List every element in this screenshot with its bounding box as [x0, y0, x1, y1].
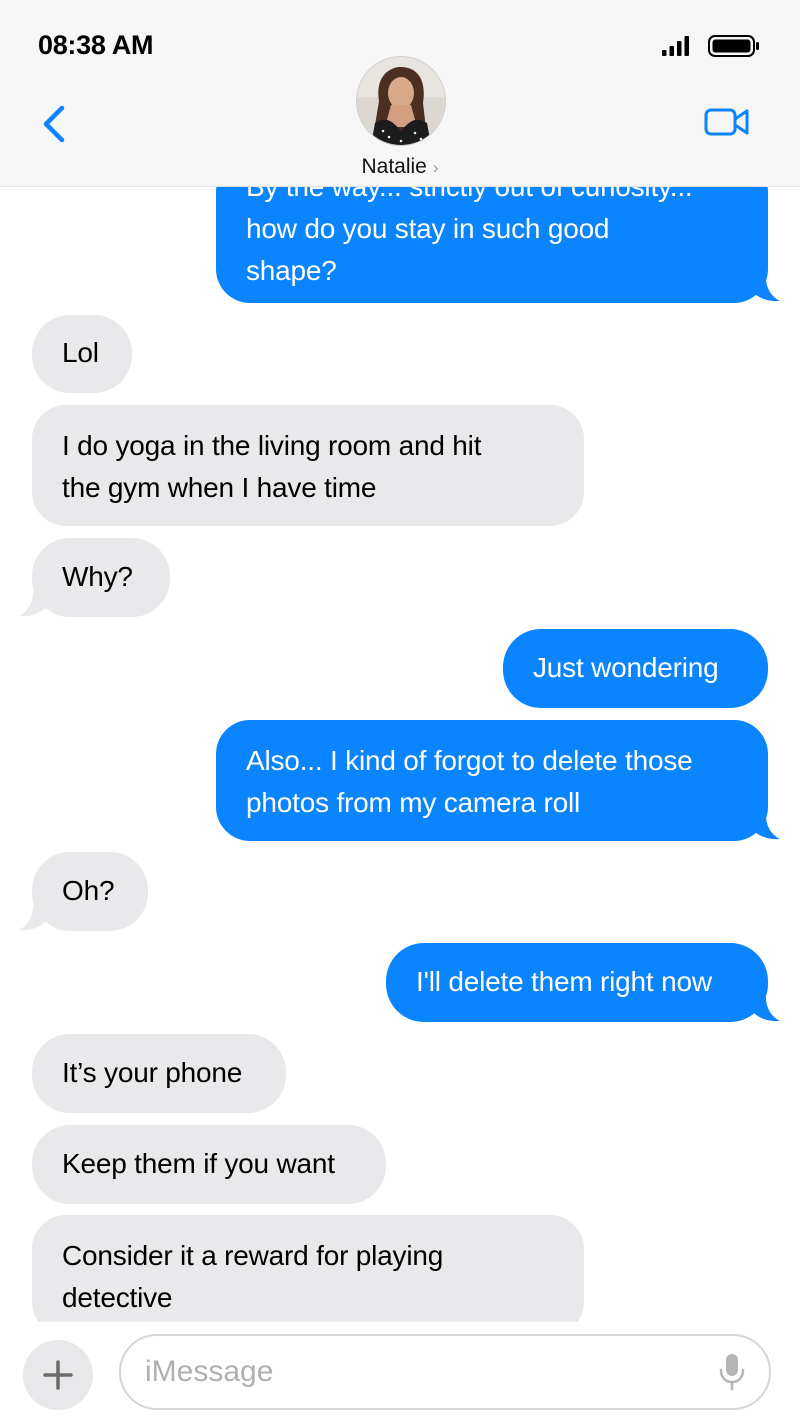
bubble-tail: [752, 997, 780, 1022]
message-bubble-incoming[interactable]: Keep them if you want: [32, 1125, 386, 1204]
message-bubble-outgoing[interactable]: Also... I kind of forgot to delete those…: [216, 720, 768, 841]
message-composer: [0, 1322, 800, 1422]
conversation-header: 08:38 AM Natalie ›: [0, 0, 800, 187]
message-bubble-incoming[interactable]: It’s your phone: [32, 1034, 286, 1113]
message-line: the gym when I have time: [62, 472, 377, 503]
message-line: Oh?: [62, 875, 115, 906]
plus-icon: [43, 1360, 73, 1390]
message-line: Consider it a reward for playing: [62, 1240, 444, 1271]
message-line: Lol: [62, 337, 99, 368]
imessage-field[interactable]: [119, 1334, 771, 1410]
message-bubble-outgoing[interactable]: Just wondering: [503, 629, 768, 708]
imessage-input[interactable]: [145, 1350, 685, 1394]
avatar-photo: [357, 57, 445, 145]
message-line: Why?: [62, 561, 133, 592]
message-line: I'll delete them right now: [416, 966, 712, 997]
bubble-tail: [752, 277, 780, 302]
message-bubble-incoming[interactable]: Oh?: [32, 852, 148, 931]
cellular-signal-icon: [662, 36, 689, 56]
message-bubble-incoming[interactable]: I do yoga in the living room and hit the…: [32, 405, 584, 526]
message-line: photos from my camera roll: [246, 787, 581, 818]
bubble-tail: [19, 592, 47, 617]
contact-name-button[interactable]: Natalie ›: [0, 155, 800, 179]
back-chevron-icon[interactable]: [38, 102, 74, 146]
message-line: shape?: [246, 255, 337, 286]
message-line: Just wondering: [533, 652, 719, 683]
message-line: Also... I kind of forgot to delete those: [246, 745, 693, 776]
message-line: It’s your phone: [62, 1057, 243, 1088]
contact-avatar[interactable]: [356, 56, 446, 146]
message-line: how do you stay in such good: [246, 213, 610, 244]
message-bubble-incoming[interactable]: Consider it a reward for playing detecti…: [32, 1215, 584, 1336]
battery-icon: [708, 35, 759, 57]
message-line: Keep them if you want: [62, 1148, 335, 1179]
contact-name: Natalie: [361, 155, 427, 178]
bubble-tail: [19, 906, 47, 931]
video-camera-icon[interactable]: [704, 106, 750, 138]
apps-plus-button[interactable]: [23, 1340, 93, 1410]
message-bubble-incoming[interactable]: Why?: [32, 538, 170, 617]
message-line: detective: [62, 1282, 173, 1313]
chevron-right-icon: ›: [432, 158, 439, 177]
message-bubble-outgoing[interactable]: I'll delete them right now: [386, 943, 768, 1022]
message-line: I do yoga in the living room and hit: [62, 430, 482, 461]
bubble-tail: [752, 815, 780, 840]
microphone-icon[interactable]: [717, 1352, 747, 1392]
status-time: 08:38 AM: [38, 30, 154, 60]
message-bubble-incoming[interactable]: Lol: [32, 315, 132, 393]
